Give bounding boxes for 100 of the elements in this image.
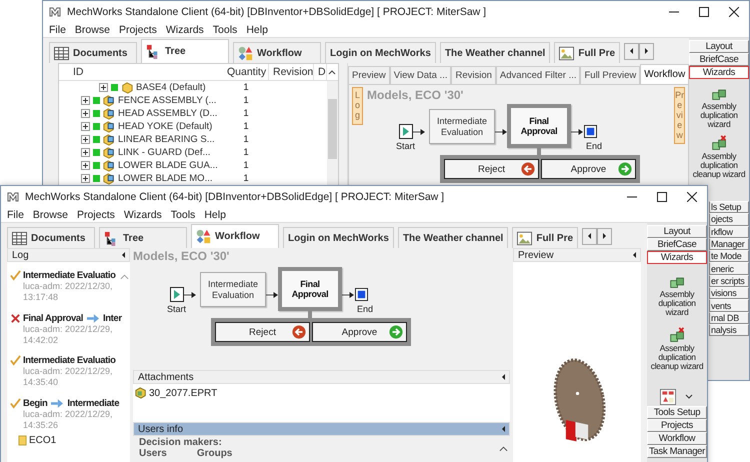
- collapse-icon[interactable]: [502, 426, 505, 432]
- scroll-up-icon[interactable]: [328, 69, 336, 75]
- panel-button[interactable]: Projects: [647, 419, 707, 432]
- panel-button[interactable]: rnal DB: [709, 312, 749, 324]
- panel-button[interactable]: Manager: [709, 238, 749, 250]
- document-name[interactable]: ECO1: [29, 435, 56, 446]
- wizard-label[interactable]: Assembly duplication wizard: [647, 290, 707, 317]
- scroll-left-button[interactable]: [582, 228, 598, 244]
- panel-button[interactable]: BriefCase: [647, 238, 707, 251]
- panel-button[interactable]: nalysis: [709, 324, 749, 336]
- collapse-icon[interactable]: [502, 374, 505, 380]
- panel-button[interactable]: ls Setup: [709, 201, 749, 214]
- workflow-step[interactable]: Intermediate Evaluation: [429, 109, 495, 144]
- tree-item[interactable]: HEAD YOKE (Default): [118, 121, 212, 132]
- panel-button[interactable]: eneric: [709, 262, 749, 275]
- expand-toggle[interactable]: [81, 122, 90, 131]
- tab[interactable]: Workflow: [191, 224, 279, 248]
- tab[interactable]: Login on MechWorks: [283, 227, 394, 248]
- column-header[interactable]: Quantity: [223, 64, 269, 80]
- panel-button[interactable]: Task Manager: [647, 445, 707, 458]
- reject-button[interactable]: Reject: [444, 159, 539, 179]
- expand-toggle[interactable]: [81, 148, 90, 157]
- panel-button[interactable]: te Mode: [709, 250, 749, 262]
- menu-item[interactable]: File: [7, 209, 24, 221]
- workflow-step[interactable]: Final Approval: [278, 267, 342, 311]
- tree-item[interactable]: BASE4 (Default): [136, 82, 206, 93]
- panel-button[interactable]: Wizards: [647, 251, 707, 264]
- menu-item[interactable]: Wizards: [124, 209, 162, 221]
- tree-item[interactable]: HEAD ASSEMBLY (D...: [118, 108, 218, 119]
- tab[interactable]: Advanced Filter ...: [496, 66, 580, 84]
- scroll-up-icon[interactable]: [499, 446, 508, 452]
- tab[interactable]: Preview: [348, 66, 390, 84]
- close-icon[interactable]: [729, 7, 739, 17]
- panel-button[interactable]: rkflow: [709, 226, 749, 238]
- tab[interactable]: Tree: [141, 39, 229, 63]
- cubes-cross-icon[interactable]: [668, 327, 686, 344]
- collapse-icon[interactable]: [122, 252, 125, 258]
- tab[interactable]: Documents: [7, 227, 95, 248]
- dropdown-icon[interactable]: [684, 393, 694, 401]
- reject-button[interactable]: Reject: [215, 322, 310, 342]
- panel-button[interactable]: vents: [709, 299, 749, 312]
- panel-button[interactable]: Wizards: [689, 66, 749, 79]
- menu-item[interactable]: Wizards: [166, 24, 204, 36]
- approve-button[interactable]: Approve: [541, 159, 636, 179]
- tab[interactable]: The Weather channel: [440, 42, 550, 63]
- approve-button[interactable]: Approve: [312, 322, 407, 342]
- menu-item[interactable]: Browse: [32, 209, 68, 221]
- scrollbar-thumb[interactable]: [328, 99, 337, 159]
- panel-button[interactable]: er scripts: [709, 274, 749, 288]
- panel-button[interactable]: ojects: [709, 213, 749, 226]
- menu-item[interactable]: Projects: [76, 209, 115, 221]
- menu-item[interactable]: Help: [204, 209, 226, 221]
- panel-button[interactable]: Tools Setup: [647, 406, 707, 419]
- tab[interactable]: Full Pre: [512, 227, 578, 248]
- tab[interactable]: Full Preview: [580, 66, 640, 84]
- attachment-item[interactable]: 30_2077.EPRT: [149, 388, 218, 398]
- tab[interactable]: Full Pre: [554, 42, 620, 63]
- tab[interactable]: The Weather channel: [398, 227, 508, 248]
- tab[interactable]: View Data ...: [390, 66, 452, 84]
- expand-toggle[interactable]: [81, 109, 90, 118]
- scroll-right-button[interactable]: [597, 228, 612, 244]
- cubes-cross-icon[interactable]: [710, 135, 728, 152]
- close-icon[interactable]: [687, 192, 697, 202]
- wizard-label[interactable]: Assembly duplication cleanup wizard: [647, 344, 707, 371]
- tree-item[interactable]: LOWER BLADE MO...: [118, 173, 212, 184]
- column-header[interactable]: ID: [59, 64, 223, 80]
- scroll-right-button[interactable]: [639, 42, 654, 60]
- maximize-icon[interactable]: [699, 7, 709, 17]
- menu-item[interactable]: Tools: [212, 24, 238, 36]
- workflow-step[interactable]: Intermediate Evaluation: [200, 272, 266, 307]
- column-header[interactable]: Revision: [269, 64, 314, 80]
- menu-item[interactable]: Browse: [74, 24, 110, 36]
- column-header[interactable]: D: [314, 64, 327, 80]
- menu-item[interactable]: File: [49, 24, 66, 36]
- menu-item[interactable]: Projects: [118, 24, 157, 36]
- tab[interactable]: Tree: [99, 227, 187, 248]
- maximize-icon[interactable]: [657, 192, 667, 202]
- tree-item[interactable]: LOWER BLADE GUA...: [118, 160, 218, 171]
- panel-button[interactable]: Layout: [689, 40, 749, 53]
- expand-toggle[interactable]: [99, 83, 108, 92]
- expand-toggle[interactable]: [81, 161, 90, 170]
- tools-icon[interactable]: [660, 389, 676, 405]
- wizard-label[interactable]: Assembly duplication wizard: [689, 102, 749, 129]
- scroll-left-button[interactable]: [624, 42, 640, 60]
- panel-button[interactable]: Layout: [647, 225, 707, 238]
- collapse-icon[interactable]: [633, 252, 636, 258]
- menu-item[interactable]: Help: [246, 24, 268, 36]
- menu-item[interactable]: Tools: [170, 209, 196, 221]
- expand-toggle[interactable]: [81, 174, 90, 183]
- tab[interactable]: Workflow: [233, 42, 321, 63]
- panel-button[interactable]: Workflow: [647, 432, 707, 445]
- tree-item[interactable]: LINK - GUARD (Def...: [118, 147, 210, 158]
- tree-item[interactable]: FENCE ASSEMBLY (...: [118, 95, 216, 106]
- expand-toggle[interactable]: [81, 135, 90, 144]
- panel-button[interactable]: visions: [709, 287, 749, 300]
- tab[interactable]: Revision: [451, 66, 496, 84]
- wizard-label[interactable]: Assembly duplication cleanup wizard: [689, 152, 749, 179]
- workflow-step[interactable]: Final Approval: [507, 104, 571, 148]
- expand-toggle[interactable]: [81, 96, 90, 105]
- tree-item[interactable]: LINEAR BEARING S...: [118, 134, 215, 145]
